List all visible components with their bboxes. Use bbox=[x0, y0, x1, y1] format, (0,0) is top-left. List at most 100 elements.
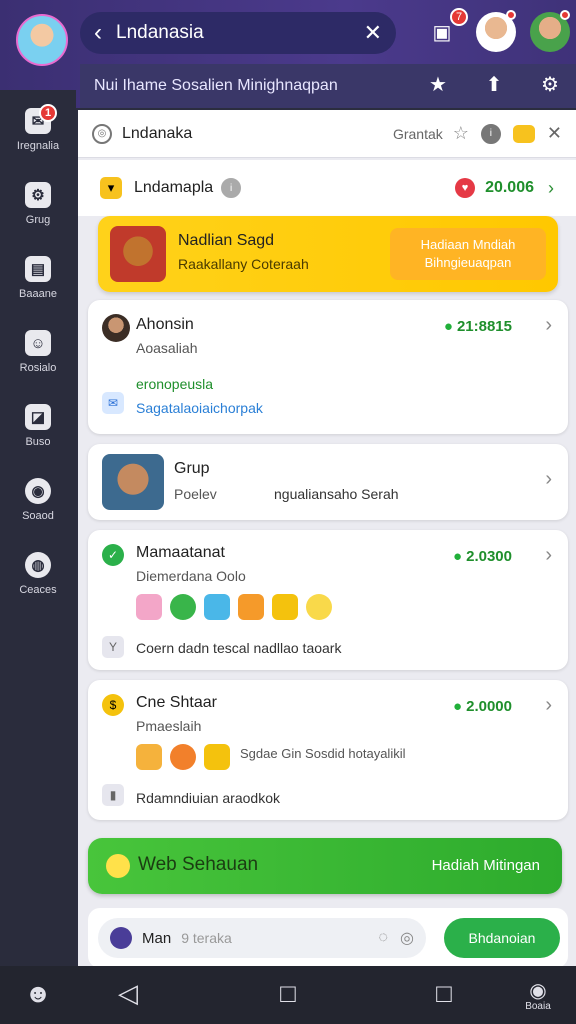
sidebar-item-ceaces[interactable]: ◍ Ceaces bbox=[0, 552, 76, 596]
sidebar-item-rosialo[interactable]: ☺ Rosialo bbox=[0, 330, 76, 374]
shield-icon: ✓ bbox=[102, 544, 124, 566]
search-text[interactable]: Lndanasia bbox=[116, 22, 364, 44]
coin-icon: $ bbox=[102, 694, 124, 716]
section-row[interactable]: ▾ Lndamapla i ♥ 20.006 › bbox=[78, 160, 576, 216]
sender-name: Cne Shtaar bbox=[136, 694, 217, 711]
banner-character-image bbox=[110, 226, 166, 282]
image-icon: ◪ bbox=[25, 404, 51, 430]
message-card[interactable]: ✓ Mamaatanat Diemerdana Oolo 2.0300 › Y … bbox=[88, 530, 568, 670]
card-line: Coern dadn tescal nadllao taoark bbox=[136, 640, 342, 656]
promo-banner[interactable]: Nadlian Sagd Raakallany Coteraah Hadiaan… bbox=[98, 216, 558, 292]
star-outline-icon[interactable]: ☆ bbox=[453, 123, 469, 144]
sidebar-item-label: Iregnalia bbox=[16, 140, 60, 152]
banner-subtitle: Raakallany Coteraah bbox=[178, 256, 309, 272]
card-link[interactable]: Sagatalaoiaichorpak bbox=[136, 400, 263, 416]
gift-icon[interactable] bbox=[204, 594, 230, 620]
settings-gear-icon[interactable]: ⚙ bbox=[536, 72, 564, 100]
gift-icon[interactable] bbox=[272, 594, 298, 620]
chevron-right-icon[interactable]: › bbox=[548, 178, 554, 199]
sidebar-item-grug[interactable]: ⚙ Grug bbox=[0, 182, 76, 226]
sidebar-item-baaane[interactable]: ▤ Baaane bbox=[0, 256, 76, 300]
user-avatar-icon[interactable]: ☻ bbox=[18, 978, 58, 1009]
group-line: ngualiansaho Serah bbox=[274, 486, 399, 502]
gift-icon[interactable] bbox=[136, 594, 162, 620]
online-dot-2 bbox=[560, 10, 570, 20]
gift-row bbox=[136, 744, 230, 770]
send-button[interactable]: Bhdanoian bbox=[444, 918, 560, 958]
coin-icon[interactable] bbox=[306, 594, 332, 620]
sidebar-item-iregnalia[interactable]: ✉ 1 Iregnalia bbox=[0, 104, 76, 152]
chevron-right-icon[interactable]: › bbox=[545, 468, 552, 491]
coin-icon bbox=[106, 854, 130, 878]
send-button-label: Bhdanoian bbox=[468, 930, 536, 946]
banner-action-button[interactable]: Hadiaan Mndiah Bihngieuaqpan bbox=[390, 228, 546, 280]
profile-avatar[interactable] bbox=[16, 14, 68, 66]
sidebar-item-label: Rosialo bbox=[19, 362, 57, 374]
back-arrow-icon[interactable]: ‹ bbox=[94, 19, 102, 47]
pin-icon: ▮ bbox=[102, 784, 124, 806]
green-bar-action[interactable]: Hadiah Mitingan bbox=[432, 857, 540, 874]
green-bar-label: Web Sehauan bbox=[138, 854, 259, 875]
mic-icon[interactable]: ◌ bbox=[379, 929, 389, 947]
sidebar-item-label: Buso bbox=[25, 436, 51, 448]
message-card[interactable]: Ahonsin Aoasaliah 21:8815 › eronopeusla … bbox=[88, 300, 568, 434]
chevron-right-icon[interactable]: › bbox=[545, 544, 552, 567]
friend-avatar-2[interactable] bbox=[530, 10, 570, 52]
mention-text: Man bbox=[142, 929, 172, 947]
home-square-icon[interactable]: □ bbox=[268, 978, 308, 1009]
chevron-right-icon[interactable]: › bbox=[545, 694, 552, 717]
banner-button-line1: Hadiaan Mndiah bbox=[420, 237, 516, 252]
mail-icon: ✉ bbox=[102, 392, 124, 414]
info-icon[interactable]: i bbox=[480, 123, 501, 144]
green-action-bar[interactable]: Web Sehauan Hadiah Mitingan bbox=[88, 838, 562, 894]
gift-icon[interactable] bbox=[136, 744, 162, 770]
gift-row bbox=[136, 594, 332, 620]
message-card[interactable]: Grup Poelev ngualiansaho Serah › bbox=[88, 444, 568, 520]
notification-icon[interactable]: ▣ 7 bbox=[422, 8, 468, 52]
sender-name: Mamaatanat bbox=[136, 544, 225, 561]
close-icon[interactable]: ✕ bbox=[547, 123, 562, 144]
friend-avatar[interactable] bbox=[476, 10, 516, 52]
message-card[interactable]: $ Cne Shtaar Pmaeslaih 2.0000 › Sgdae Gi… bbox=[88, 680, 568, 820]
notification-badge: 7 bbox=[450, 8, 468, 26]
system-nav-bar: ☻ ◁ □ □ ◉ Boaia bbox=[0, 966, 576, 1024]
back-triangle-icon[interactable]: ◁ bbox=[108, 978, 148, 1009]
amount-value: 2.0300 bbox=[453, 548, 512, 565]
banner-button-line2: Bihngieuaqpan bbox=[424, 255, 512, 270]
room-icon: ◎ bbox=[92, 123, 112, 144]
games-icon[interactable]: ◉ Boaia bbox=[518, 978, 558, 1012]
banner-title: Nadlian Sagd bbox=[178, 232, 275, 249]
search-bar[interactable]: ‹ Lndanasia ✕ bbox=[80, 12, 396, 54]
gift-icon[interactable] bbox=[204, 744, 230, 770]
chat-main: ◎ Lndanaka Grantak ☆ i ✕ ▾ Lndamapla i ♥… bbox=[78, 110, 576, 966]
avatar bbox=[102, 314, 130, 342]
sidebar-item-label: Soaod bbox=[22, 510, 54, 522]
mention-avatar bbox=[110, 927, 132, 949]
sidebar-badge: 1 bbox=[39, 104, 57, 122]
sender-subtitle: Diemerdana Oolo bbox=[136, 568, 246, 584]
sidebar-item-label: Ceaces bbox=[19, 584, 57, 596]
info-icon: i bbox=[221, 178, 242, 198]
gift-icon[interactable] bbox=[170, 594, 196, 620]
star-icon[interactable]: ★ bbox=[424, 72, 452, 100]
group-photo bbox=[102, 454, 164, 510]
close-icon[interactable]: ✕ bbox=[364, 20, 382, 46]
subheader-title: Nui Ihame Sosalien Minighnaqpan bbox=[94, 77, 338, 94]
sidebar-item-label: Baaane bbox=[19, 288, 57, 300]
share-icon[interactable]: ⬆ bbox=[480, 72, 508, 100]
gift-icon[interactable] bbox=[238, 594, 264, 620]
card-line: eronopeusla bbox=[136, 376, 214, 392]
coin-stack-icon: ▾ bbox=[100, 177, 122, 199]
message-input[interactable]: Man 9 teraka ◌ ◎ bbox=[98, 918, 426, 958]
chevron-right-icon[interactable]: › bbox=[545, 314, 552, 337]
emoji-icon[interactable]: ◎ bbox=[400, 928, 414, 948]
heart-icon: ♥ bbox=[455, 178, 476, 198]
recent-apps-icon[interactable]: □ bbox=[424, 978, 464, 1009]
sidebar-item-soaod[interactable]: ◉ Soaod bbox=[0, 478, 76, 522]
sidebar-item-buso[interactable]: ◪ Buso bbox=[0, 404, 76, 448]
sidebar-item-label: Grug bbox=[25, 214, 51, 226]
sender-name: Ahonsin bbox=[136, 316, 194, 333]
gift-box-icon[interactable] bbox=[512, 124, 535, 143]
gift-icon[interactable] bbox=[170, 744, 196, 770]
sender-subtitle: Pmaeslaih bbox=[136, 718, 202, 734]
